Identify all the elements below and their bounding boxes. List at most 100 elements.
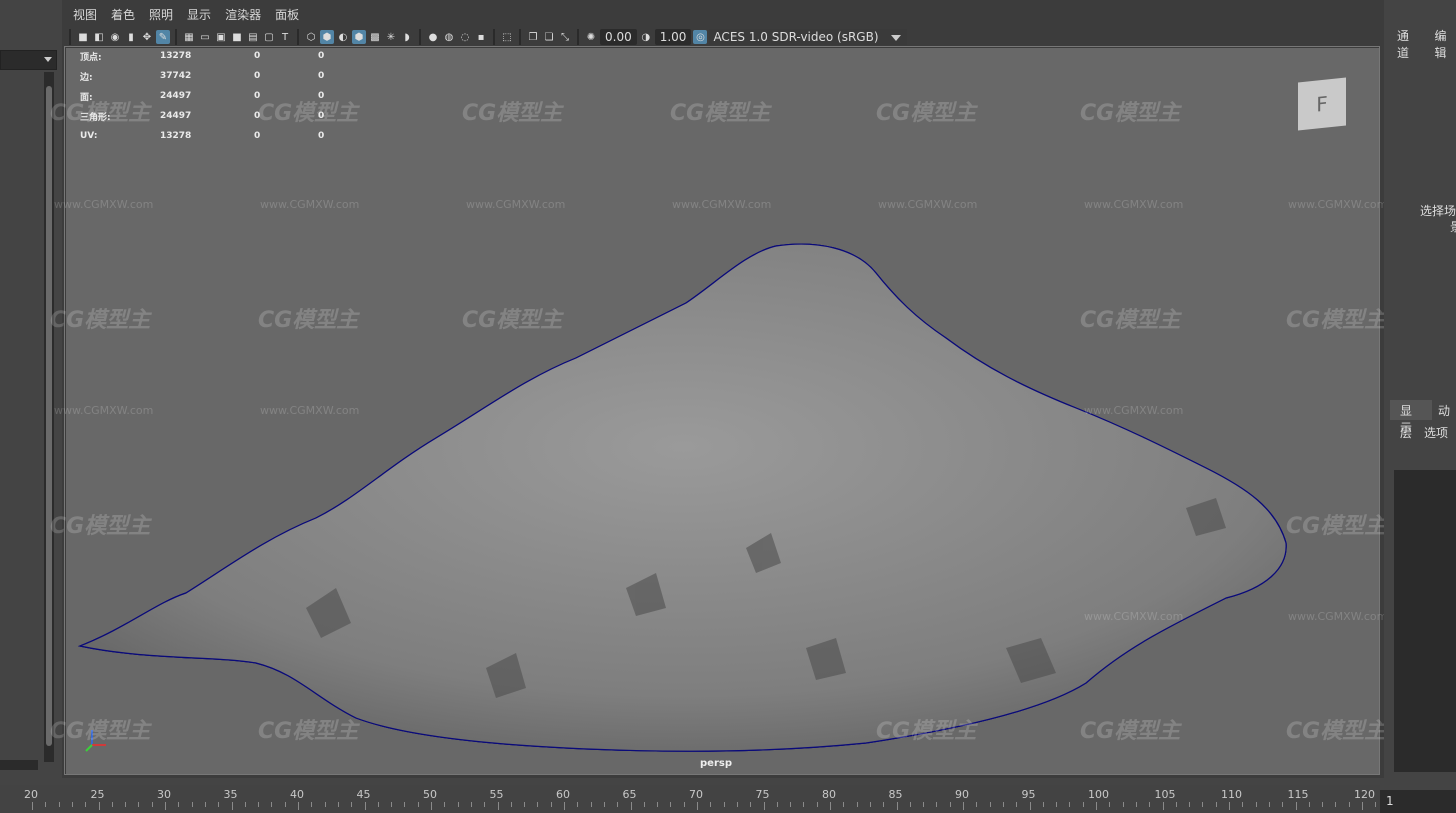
xray-active-icon[interactable]: ❏ bbox=[542, 30, 556, 44]
timeline-tick bbox=[125, 802, 127, 807]
wireframe-on-shaded-icon[interactable]: ⬢ bbox=[352, 30, 366, 44]
multisample-aa-icon[interactable]: ◌ bbox=[458, 30, 472, 44]
tab-anim[interactable]: 动 bbox=[1431, 400, 1456, 420]
camera-attributes-icon[interactable]: ◧ bbox=[92, 30, 106, 44]
timeline-tick-label: 40 bbox=[290, 788, 304, 801]
timeline-tick bbox=[1069, 802, 1071, 807]
2d-pan-icon[interactable]: ✥ bbox=[140, 30, 154, 44]
menu-panels[interactable]: 面板 bbox=[268, 4, 306, 26]
gamma-field[interactable]: 1.00 bbox=[654, 29, 692, 45]
timeline-tick bbox=[697, 802, 698, 810]
menu-renderer[interactable]: 渲染器 bbox=[218, 4, 268, 26]
grid-icon[interactable]: ▦ bbox=[182, 30, 196, 44]
hud-label: 顶点: bbox=[80, 52, 102, 63]
safe-action-icon[interactable]: ▢ bbox=[262, 30, 276, 44]
timeline-tick bbox=[271, 802, 273, 807]
timeline-tick-label: 85 bbox=[888, 788, 903, 801]
hud-label: UV: bbox=[80, 131, 98, 141]
wireframe-icon[interactable]: ⬡ bbox=[304, 30, 318, 44]
timeline-tick bbox=[258, 802, 260, 807]
timeline-tick bbox=[1029, 802, 1031, 810]
shadows-icon[interactable]: ◗ bbox=[400, 30, 414, 44]
menu-view[interactable]: 视图 bbox=[66, 4, 104, 26]
watermark-logo: CG模型主 bbox=[1080, 308, 1181, 333]
timeline-tick bbox=[1335, 802, 1337, 807]
hud-value: 0 bbox=[254, 131, 261, 141]
left-horizontal-scrollbar[interactable] bbox=[0, 760, 38, 770]
camera-label: persp bbox=[700, 758, 732, 769]
hud-value: 0 bbox=[254, 71, 261, 81]
tab-edit[interactable]: 编辑 bbox=[1435, 27, 1456, 61]
watermark-url: www.CGMXW.com bbox=[260, 198, 360, 211]
menu-lighting[interactable]: 照明 bbox=[142, 4, 180, 26]
timeline-tick bbox=[351, 802, 353, 807]
field-chart-icon[interactable]: ▤ bbox=[246, 30, 260, 44]
safe-title-icon[interactable]: T bbox=[278, 30, 292, 44]
current-frame-field[interactable]: 1 bbox=[1380, 790, 1456, 813]
isolate-select-icon[interactable]: ⬚ bbox=[500, 30, 514, 44]
time-slider[interactable]: 20 25 30 35 40 45 50 55 60 65 70 75 80 85 90 95 100 105 11… bbox=[0, 785, 1417, 813]
image-plane-icon[interactable]: ▮ bbox=[124, 30, 138, 44]
motion-blur-icon[interactable]: ◍ bbox=[442, 30, 456, 44]
scroll-thumb[interactable] bbox=[46, 86, 52, 746]
timeline-tick bbox=[324, 802, 326, 807]
watermark-logo: CG模型主 bbox=[876, 101, 977, 126]
depth-of-field-icon[interactable]: ▪ bbox=[474, 30, 488, 44]
menu-show[interactable]: 显示 bbox=[180, 4, 218, 26]
bookmark-icon[interactable]: ◉ bbox=[108, 30, 122, 44]
chevron-down-icon bbox=[891, 35, 902, 41]
default-material-icon[interactable]: ◐ bbox=[336, 30, 350, 44]
timeline-tick bbox=[417, 802, 419, 807]
color-management-dropdown[interactable]: ACES 1.0 SDR-video (sRGB) bbox=[709, 29, 908, 45]
timeline-tick bbox=[1295, 802, 1297, 810]
timeline-tick bbox=[404, 802, 406, 807]
timeline-tick bbox=[1229, 802, 1230, 810]
menu-layers[interactable]: 层 bbox=[1400, 424, 1412, 441]
left-scrollbar[interactable] bbox=[44, 72, 54, 762]
left-dropdown[interactable] bbox=[0, 50, 57, 70]
timeline-tick bbox=[1308, 802, 1310, 807]
tab-display[interactable]: 显示 bbox=[1390, 400, 1432, 435]
timeline-tick bbox=[32, 802, 33, 810]
smooth-shade-icon[interactable]: ⬢ bbox=[320, 30, 334, 44]
timeline-tick bbox=[138, 802, 140, 807]
timeline-tick bbox=[657, 802, 659, 807]
tab-channels[interactable]: 通道 bbox=[1397, 27, 1419, 61]
xray-joints-icon[interactable]: ⤡ bbox=[558, 30, 572, 44]
timeline-tick bbox=[723, 802, 725, 807]
panel-toolbar: ■ ◧ ◉ ▮ ✥ ✎ ▦ ▭ ▣ ■ ▤ ▢ T ⬡ ⬢ ◐ ⬢ ▩ ✳ ◗ … bbox=[66, 26, 1380, 48]
timeline-tick bbox=[803, 802, 805, 807]
timeline-tick-label: 100 bbox=[1088, 788, 1109, 801]
exposure-field[interactable]: 0.00 bbox=[600, 29, 637, 45]
watermark-logo: CG模型主 bbox=[462, 308, 563, 333]
layer-horizontal-scrollbar[interactable] bbox=[1394, 762, 1456, 772]
textured-icon[interactable]: ▩ bbox=[368, 30, 382, 44]
xray-icon[interactable]: ❐ bbox=[526, 30, 540, 44]
exposure-icon[interactable]: ✺ bbox=[584, 30, 598, 44]
timeline-tick bbox=[883, 802, 885, 807]
timeline-tick bbox=[1042, 802, 1044, 807]
timeline-tick bbox=[1362, 802, 1363, 810]
gamma-icon[interactable]: ◑ bbox=[639, 30, 653, 44]
film-gate-icon[interactable]: ▭ bbox=[198, 30, 212, 44]
panel-menu-bar: 视图 着色 照明 显示 渲染器 面板 bbox=[66, 4, 306, 26]
timeline-tick bbox=[830, 802, 831, 810]
hud-row-vertices: 顶点: 13278 0 0 bbox=[80, 46, 324, 66]
hud-label: 边: bbox=[80, 72, 93, 83]
timeline-tick bbox=[191, 802, 193, 807]
watermark-url: www.CGMXW.com bbox=[466, 198, 566, 211]
camera-icon[interactable]: ■ bbox=[76, 30, 90, 44]
timeline-tick bbox=[989, 802, 991, 807]
gate-mask-icon[interactable]: ■ bbox=[230, 30, 244, 44]
menu-shading[interactable]: 着色 bbox=[104, 4, 142, 26]
color-management-icon[interactable]: ◎ bbox=[693, 30, 708, 44]
view-cube[interactable]: F bbox=[1298, 77, 1346, 131]
watermark-url: www.CGMXW.com bbox=[878, 198, 978, 211]
layer-list[interactable] bbox=[1394, 470, 1456, 762]
resolution-gate-icon[interactable]: ▣ bbox=[214, 30, 228, 44]
screen-space-ao-icon[interactable]: ● bbox=[426, 30, 440, 44]
timeline-tick-label: 60 bbox=[556, 788, 570, 801]
menu-options[interactable]: 选项 bbox=[1424, 424, 1448, 441]
grease-pencil-icon[interactable]: ✎ bbox=[156, 30, 170, 44]
lights-icon[interactable]: ✳ bbox=[384, 30, 398, 44]
